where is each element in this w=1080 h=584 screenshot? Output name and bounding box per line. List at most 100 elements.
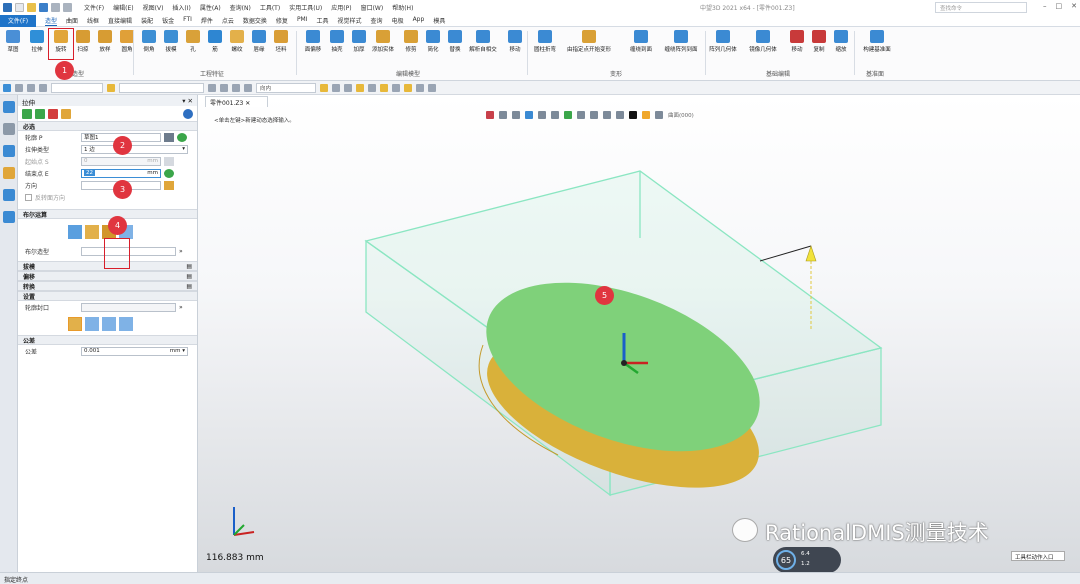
move-face-button[interactable]: 移动	[504, 30, 526, 62]
open-folder-icon[interactable]	[27, 3, 36, 12]
undo-icon[interactable]	[51, 3, 60, 12]
copy-button[interactable]: 复制	[808, 30, 830, 62]
profile-cap-field[interactable]	[81, 302, 176, 312]
save-icon[interactable]	[39, 3, 48, 12]
menu-query[interactable]: 查询(N)	[230, 3, 251, 12]
end-field[interactable]: 22 mm	[81, 168, 161, 178]
menu-apps[interactable]: 应用(P)	[331, 3, 351, 12]
draft-button[interactable]: 拔模	[160, 30, 182, 62]
thread-button[interactable]: 螺纹	[226, 30, 248, 62]
trim-button[interactable]: 修剪	[400, 30, 422, 62]
face-offset-button[interactable]: 面偏移	[302, 30, 324, 62]
pin-icon[interactable]	[208, 83, 216, 92]
tab-app[interactable]: App	[413, 16, 425, 26]
file-tab[interactable]: 文件(F)	[0, 14, 36, 27]
view-manager-icon[interactable]	[3, 145, 15, 157]
add-solid-button[interactable]: 添加实体	[372, 30, 394, 62]
thicken-button[interactable]: 加厚	[348, 30, 370, 62]
offset-section-header[interactable]: 偏移 ▤	[18, 271, 197, 281]
extrude-type-select[interactable]: 1 边 ▾	[81, 144, 188, 154]
menu-insert[interactable]: 插入(I)	[172, 3, 190, 12]
plane-icon[interactable]	[232, 83, 240, 92]
tab-modeling[interactable]: 造型	[45, 16, 58, 26]
user-manager-icon[interactable]	[3, 211, 15, 223]
direction-pick-icon[interactable]	[164, 180, 174, 190]
settings-section-header[interactable]: 设置	[18, 291, 197, 301]
close-icon[interactable]: ✕	[1071, 2, 1077, 10]
history-manager-icon[interactable]	[3, 101, 15, 113]
simplify-button[interactable]: 简化	[422, 30, 444, 62]
loft-button[interactable]: 放样	[94, 30, 116, 62]
boolean-base-icon[interactable]	[68, 225, 82, 239]
tab-pmi[interactable]: PMI	[297, 16, 308, 26]
tab-electrode[interactable]: 电极	[392, 16, 404, 26]
sketch-edit-icon[interactable]	[164, 132, 174, 142]
cancel-icon[interactable]	[48, 108, 58, 119]
tab-assembly[interactable]: 装配	[141, 16, 153, 26]
command-search-input[interactable]: 查找命令	[935, 2, 1027, 13]
tolerance-section-header[interactable]: 公差	[18, 335, 197, 345]
menu-edit[interactable]: 编辑(E)	[113, 3, 133, 12]
midpoint-snap-icon[interactable]	[368, 83, 376, 92]
filter-icon[interactable]	[15, 83, 23, 92]
boolean-section-header[interactable]: 布尔运算	[18, 209, 197, 219]
tab-direct-edit[interactable]: 直接编辑	[108, 16, 132, 26]
scale-button[interactable]: 缩放	[830, 30, 852, 62]
select-icon[interactable]	[3, 83, 11, 92]
required-section-header[interactable]: 必选	[18, 121, 197, 131]
entity-filter-select[interactable]	[119, 82, 204, 93]
start-options-icon[interactable]	[164, 156, 174, 166]
extrude-button[interactable]: 拉伸	[26, 30, 48, 62]
tab-weldment[interactable]: 焊件	[201, 16, 213, 26]
wrap-pattern-button[interactable]: 缠绕阵列到面	[665, 30, 698, 62]
sweep-button[interactable]: 扫掠	[72, 30, 94, 62]
expand-icon[interactable]: »	[179, 248, 183, 255]
line-snap-icon[interactable]	[332, 83, 340, 92]
intersect-snap-icon[interactable]	[392, 83, 400, 92]
tab-pointcloud[interactable]: 点云	[222, 16, 234, 26]
selection-filter-select[interactable]	[51, 82, 103, 93]
transform-section-header[interactable]: 转换 ▤	[18, 281, 197, 291]
tab-inquire[interactable]: 查询	[371, 16, 383, 26]
replace-button[interactable]: 替换	[444, 30, 466, 62]
apply-icon[interactable]	[35, 108, 45, 119]
sketch-button[interactable]: 草图	[2, 30, 24, 62]
shell-button[interactable]: 抽壳	[326, 30, 348, 62]
tab-repair[interactable]: 修复	[276, 16, 288, 26]
info-icon[interactable]	[183, 108, 193, 119]
tab-wireframe[interactable]: 线框	[87, 16, 99, 26]
layer-manager-icon[interactable]	[3, 189, 15, 201]
tab-data-exchange[interactable]: 数据交换	[243, 16, 267, 26]
chamfer-button[interactable]: 倒角	[138, 30, 160, 62]
cap-end-icon[interactable]	[102, 317, 116, 331]
resolve-self-intersect-button[interactable]: 解析自相交	[469, 30, 497, 62]
ok-icon[interactable]	[22, 108, 32, 119]
new-file-icon[interactable]	[15, 3, 24, 12]
tab-fti[interactable]: FTI	[183, 16, 192, 26]
axis-icon[interactable]	[244, 83, 252, 92]
boolean-add-icon[interactable]	[85, 225, 99, 239]
redo-icon[interactable]	[63, 3, 72, 12]
menu-tools[interactable]: 工具(T)	[260, 3, 280, 12]
box-select-icon[interactable]	[39, 83, 47, 92]
pick-icon[interactable]	[27, 83, 35, 92]
tolerance-field[interactable]: 0.001 mm ▾	[81, 346, 188, 356]
minimize-icon[interactable]: –	[1043, 2, 1047, 10]
hole-button[interactable]: 孔	[182, 30, 204, 62]
center-snap-icon[interactable]	[344, 83, 352, 92]
input-manager-icon[interactable]	[3, 167, 15, 179]
pattern-geometry-button[interactable]: 阵列几何体	[709, 30, 737, 62]
toolbar-entry-tip[interactable]: 工具栏动作入口	[1011, 551, 1065, 561]
menu-file[interactable]: 文件(F)	[84, 3, 104, 12]
cap-none-icon[interactable]	[119, 317, 133, 331]
cylinder-fold-button[interactable]: 圆柱折弯	[534, 30, 556, 62]
grid-icon[interactable]	[220, 83, 228, 92]
cap-both-icon[interactable]	[68, 317, 82, 331]
wrap-to-face-button[interactable]: 缠绕到面	[630, 30, 652, 62]
reverse-checkbox[interactable]	[25, 193, 32, 201]
tangent-snap-icon[interactable]	[356, 83, 364, 92]
tab-surface[interactable]: 曲面	[66, 16, 78, 26]
tab-tools[interactable]: 工具	[317, 16, 329, 26]
mirror-geometry-button[interactable]: 镜像几何体	[749, 30, 777, 62]
snap-icon[interactable]	[107, 83, 115, 92]
